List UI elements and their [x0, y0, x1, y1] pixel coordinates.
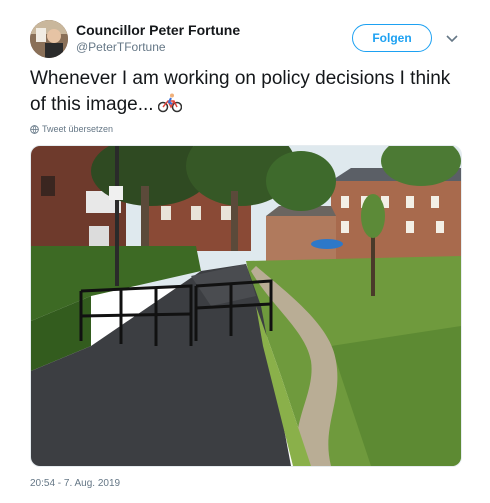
- bicyclist-emoji: [157, 93, 182, 113]
- tweet-header: Councillor Peter Fortune @PeterTFortune …: [30, 20, 460, 60]
- user-names: Councillor Peter Fortune @PeterTFortune: [76, 22, 240, 54]
- tweet-photo[interactable]: [30, 145, 462, 467]
- translate-label[interactable]: Tweet übersetzen: [42, 124, 113, 134]
- tweet-timestamp[interactable]: 20:54 - 7. Aug. 2019: [30, 478, 120, 489]
- translate-link[interactable]: Tweet übersetzen: [30, 124, 113, 134]
- chevron-down-icon[interactable]: [444, 30, 460, 46]
- follow-button[interactable]: Folgen: [352, 24, 432, 52]
- globe-icon: [30, 124, 39, 134]
- avatar[interactable]: [30, 20, 68, 58]
- user-handle[interactable]: @PeterTFortune: [76, 40, 240, 54]
- tweet-text: Whenever I am working on policy decision…: [30, 66, 460, 118]
- display-name[interactable]: Councillor Peter Fortune: [76, 22, 240, 38]
- tweet-body: Whenever I am working on policy decision…: [30, 68, 451, 115]
